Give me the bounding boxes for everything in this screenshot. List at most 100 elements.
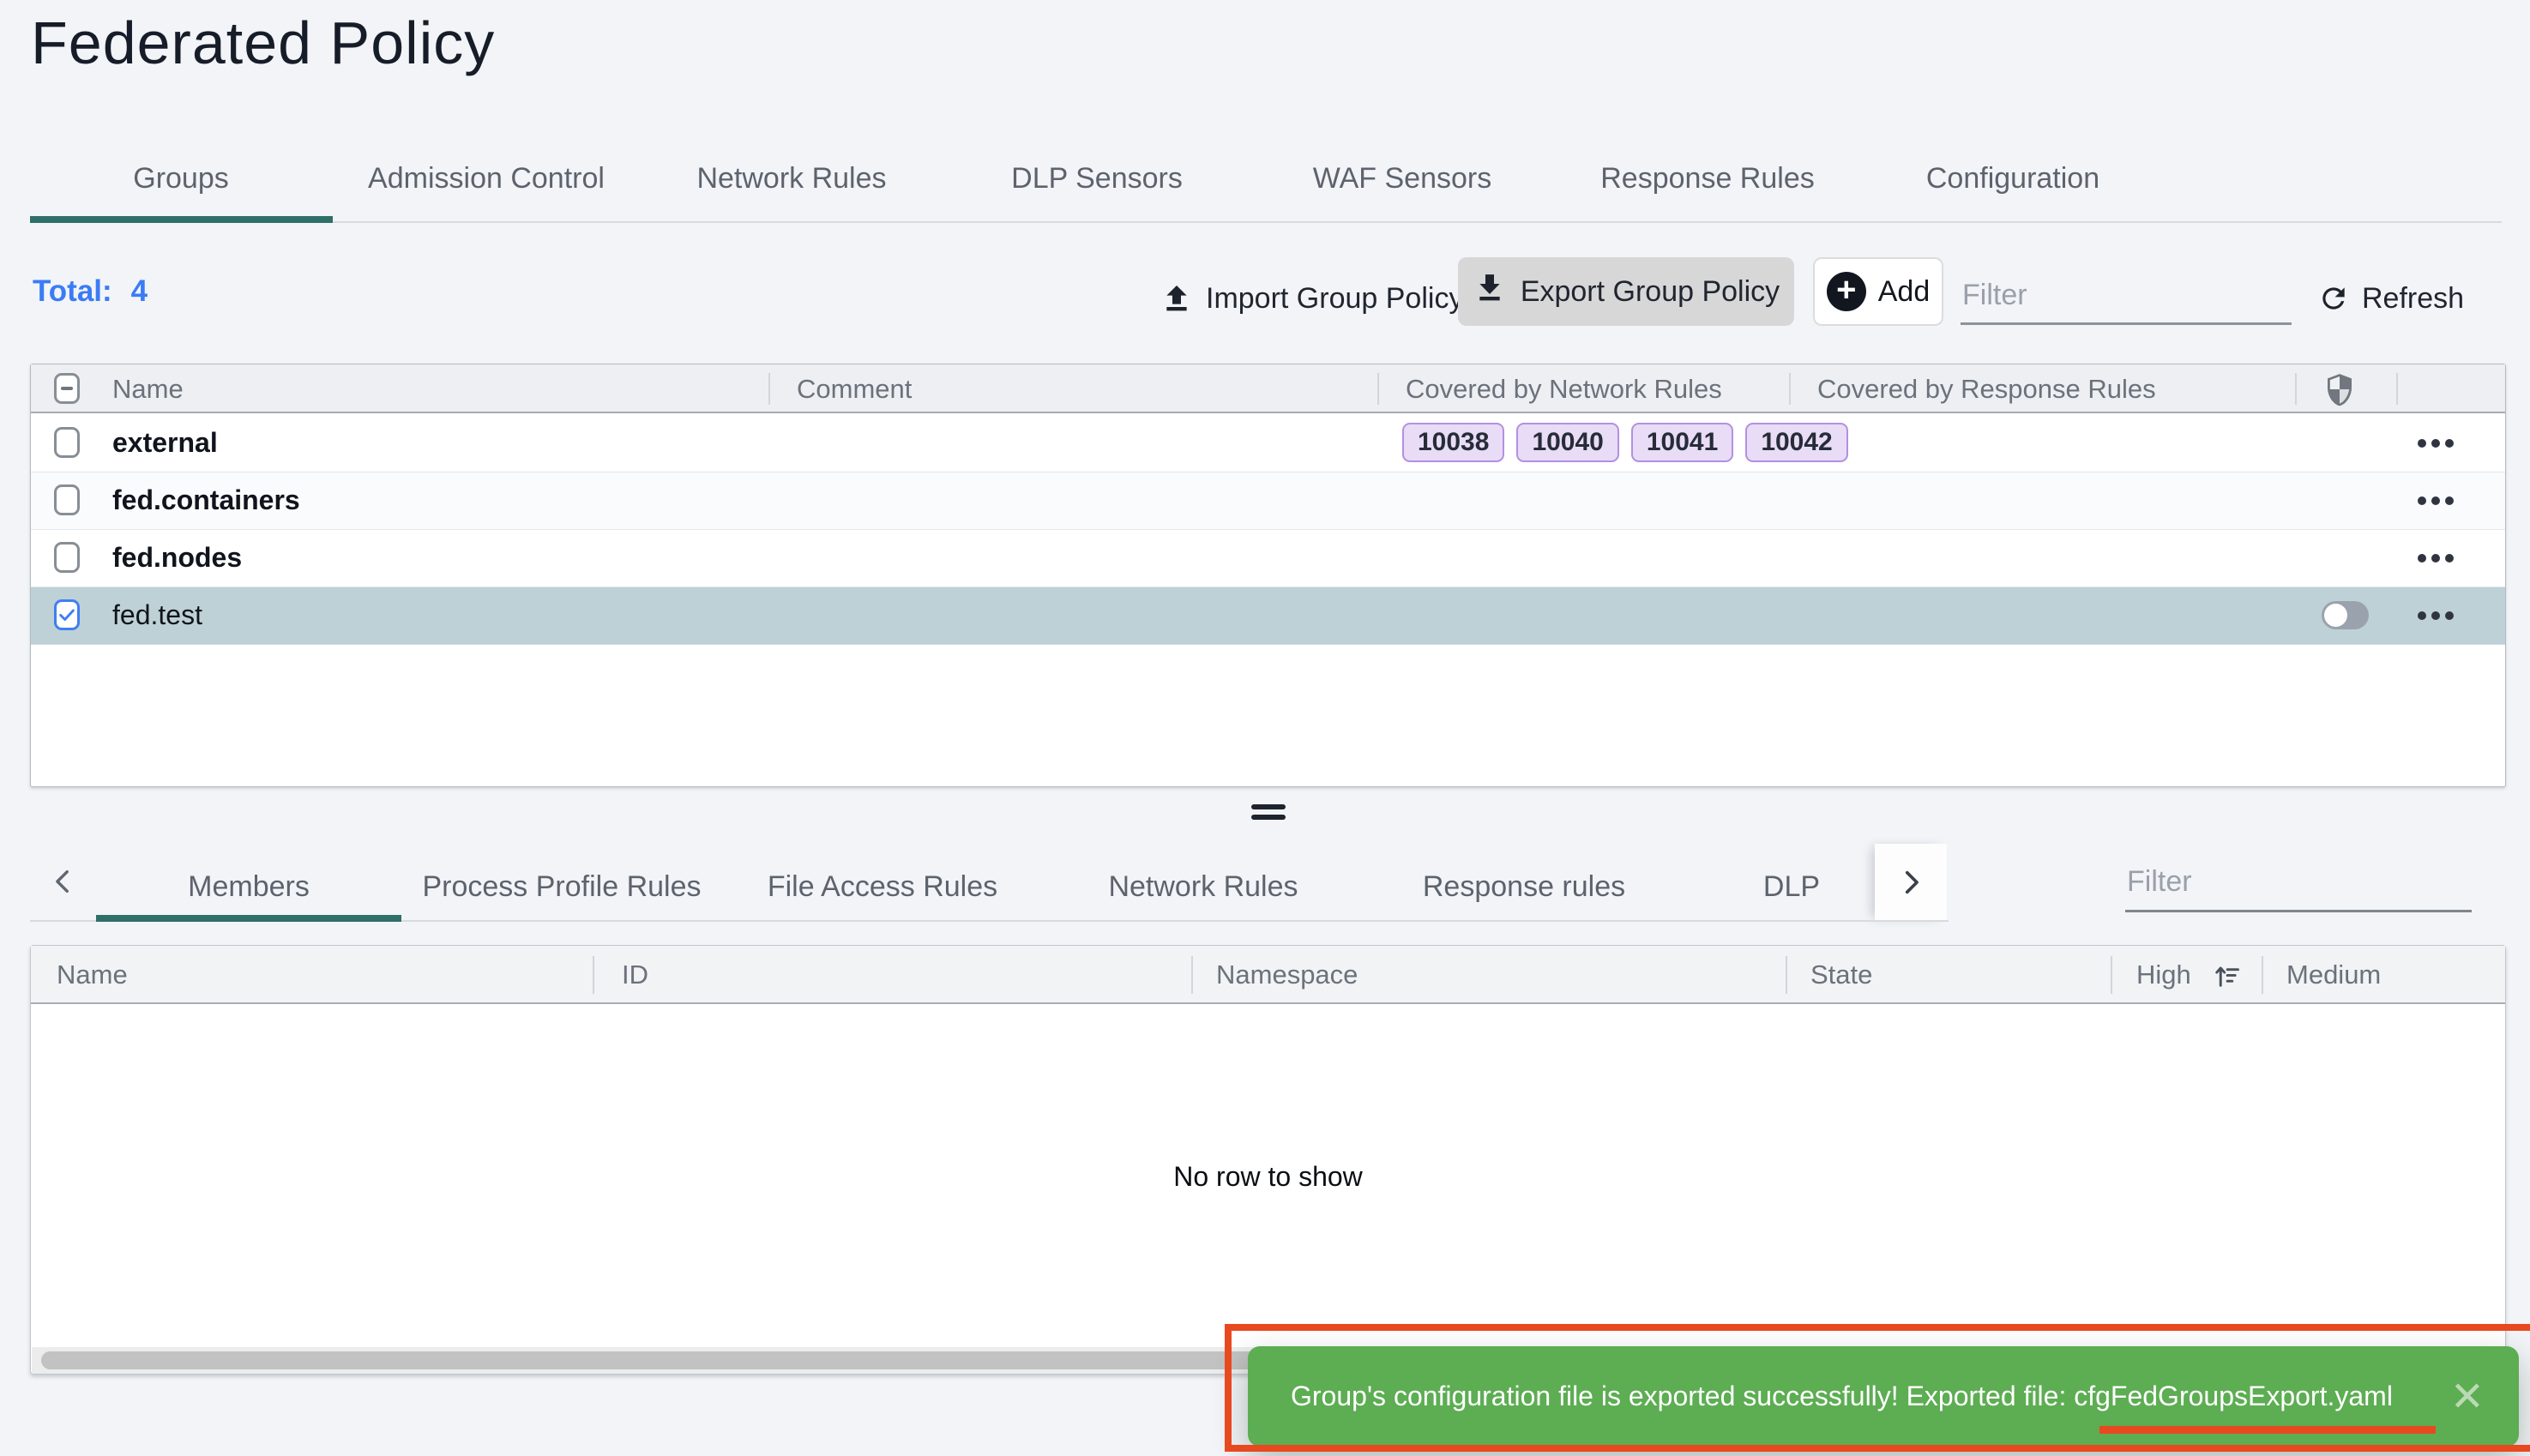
row-actions-ellipsis-icon[interactable] (2418, 472, 2469, 529)
federated-policy-page: Federated Policy Groups Admission Contro… (0, 0, 2530, 1456)
shield-icon (2322, 370, 2358, 408)
column-divider (768, 373, 770, 405)
tabs-scroll-right-area[interactable] (1875, 844, 1947, 921)
total-label: Total: (33, 274, 112, 308)
tab-process-profile-rules-label: Process Profile Rules (422, 870, 701, 904)
panel-splitter-drag-handle-icon[interactable] (1251, 804, 1286, 825)
column-divider (1786, 956, 1787, 994)
col-header-member-name[interactable]: Name (57, 946, 128, 1004)
members-table: Name ID Namespace State High Medium No r… (30, 945, 2506, 1375)
import-group-policy-label: Import Group Policy (1206, 282, 1463, 316)
tab-dlp[interactable]: DLP (1684, 854, 1899, 919)
column-divider (2396, 373, 2398, 405)
groups-table: Name Comment Covered by Network Rules Co… (30, 364, 2506, 787)
col-header-state[interactable]: State (1810, 946, 1872, 1004)
refresh-icon (2317, 282, 2350, 315)
tab-configuration-label: Configuration (1926, 162, 2099, 196)
tab-groups-label: Groups (133, 162, 229, 196)
group-name: external (112, 414, 218, 472)
total-count: Total: 4 (33, 274, 148, 309)
table-row-fed-test[interactable]: fed.test (31, 587, 2505, 645)
tab-waf-sensors[interactable]: WAF Sensors (1250, 135, 1555, 221)
tab-detail-network-rules-label: Network Rules (1108, 870, 1298, 904)
row-checkbox-checked[interactable] (54, 599, 80, 630)
top-tab-bar: Groups Admission Control Network Rules D… (28, 135, 2166, 221)
row-checkbox[interactable] (54, 484, 80, 515)
col-header-covered-by-network-rules[interactable]: Covered by Network Rules (1406, 364, 1722, 413)
toggle-knob (2324, 604, 2347, 627)
row-actions-ellipsis-icon[interactable] (2418, 529, 2469, 587)
row-actions-ellipsis-icon[interactable] (2418, 414, 2469, 472)
tab-file-access-rules[interactable]: File Access Rules (722, 854, 1043, 919)
add-button-label: Add (1878, 275, 1931, 309)
tab-waf-sensors-label: WAF Sensors (1313, 162, 1491, 196)
tab-response-rules[interactable]: Response Rules (1555, 135, 1860, 221)
network-rule-badge[interactable]: 10041 (1631, 423, 1733, 462)
members-filter-input[interactable] (2125, 853, 2472, 912)
tab-detail-network-rules[interactable]: Network Rules (1043, 854, 1364, 919)
refresh-button[interactable]: Refresh (2317, 271, 2464, 326)
tab-dlp-label: DLP (1763, 870, 1820, 904)
network-rule-badge[interactable]: 10042 (1745, 423, 1847, 462)
add-button[interactable]: + Add (1813, 257, 1943, 326)
col-header-medium[interactable]: Medium (2286, 946, 2381, 1004)
page-title: Federated Policy (31, 9, 495, 77)
row-actions-ellipsis-icon[interactable] (2418, 587, 2469, 644)
tab-admission-control[interactable]: Admission Control (334, 135, 639, 221)
indeterminate-dash-icon (61, 387, 73, 390)
column-divider (2262, 956, 2263, 994)
protection-toggle-off[interactable] (2322, 601, 2369, 629)
tab-response-rules-label: Response Rules (1600, 162, 1814, 196)
import-group-policy-button[interactable]: Import Group Policy (1160, 271, 1463, 326)
export-group-policy-label: Export Group Policy (1521, 275, 1780, 309)
tab-configuration[interactable]: Configuration (1860, 135, 2166, 221)
toast-message: Group's configuration file is exported s… (1291, 1381, 2393, 1412)
column-divider (2295, 373, 2297, 405)
column-divider (1191, 956, 1193, 994)
refresh-label: Refresh (2362, 282, 2464, 316)
tab-network-rules[interactable]: Network Rules (639, 135, 944, 221)
network-rule-badge[interactable]: 10040 (1516, 423, 1618, 462)
col-header-name[interactable]: Name (112, 364, 184, 413)
tab-groups[interactable]: Groups (28, 135, 334, 221)
tab-detail-response-rules[interactable]: Response rules (1364, 854, 1684, 919)
col-header-high[interactable]: High (2136, 946, 2191, 1004)
chevron-right-icon (1896, 863, 1925, 901)
column-divider (1789, 373, 1791, 405)
tab-members[interactable]: Members (96, 854, 401, 919)
select-all-checkbox[interactable] (54, 373, 80, 404)
table-row-fed-nodes[interactable]: fed.nodes (31, 529, 2505, 587)
tab-dlp-sensors-label: DLP Sensors (1011, 162, 1183, 196)
close-icon[interactable]: ✕ (2450, 1346, 2485, 1447)
members-table-body: No row to show (31, 1006, 2505, 1347)
total-value: 4 (131, 274, 148, 308)
sort-amount-icon[interactable] (2211, 960, 2242, 991)
plus-circle-icon: + (1827, 272, 1866, 311)
check-icon (57, 605, 76, 624)
column-divider (2111, 956, 2112, 994)
col-header-comment[interactable]: Comment (797, 364, 912, 413)
table-row-external[interactable]: external 10038 10040 10041 10042 (31, 414, 2505, 472)
column-divider (1377, 373, 1379, 405)
group-name: fed.nodes (112, 529, 242, 587)
col-header-covered-by-response-rules[interactable]: Covered by Response Rules (1817, 364, 2156, 413)
groups-table-header: Name Comment Covered by Network Rules Co… (31, 364, 2505, 413)
top-tabs-active-indicator (30, 216, 333, 223)
tab-process-profile-rules[interactable]: Process Profile Rules (401, 854, 722, 919)
export-group-policy-button[interactable]: Export Group Policy (1458, 257, 1794, 326)
network-rule-badges: 10038 10040 10041 10042 (1402, 423, 1848, 462)
row-checkbox[interactable] (54, 427, 80, 458)
group-name: fed.test (112, 587, 202, 644)
col-header-namespace[interactable]: Namespace (1216, 946, 1358, 1004)
empty-table-message: No row to show (1173, 1161, 1363, 1193)
col-header-id[interactable]: ID (622, 946, 648, 1004)
row-checkbox[interactable] (54, 542, 80, 573)
row-divider (31, 529, 2505, 530)
network-rule-badge[interactable]: 10038 (1402, 423, 1504, 462)
table-row-fed-containers[interactable]: fed.containers (31, 472, 2505, 529)
tab-detail-response-rules-label: Response rules (1423, 870, 1625, 904)
tab-network-rules-label: Network Rules (696, 162, 886, 196)
groups-filter-input[interactable] (1961, 268, 2292, 325)
tab-dlp-sensors[interactable]: DLP Sensors (944, 135, 1250, 221)
chevron-left-icon[interactable] (45, 856, 82, 907)
